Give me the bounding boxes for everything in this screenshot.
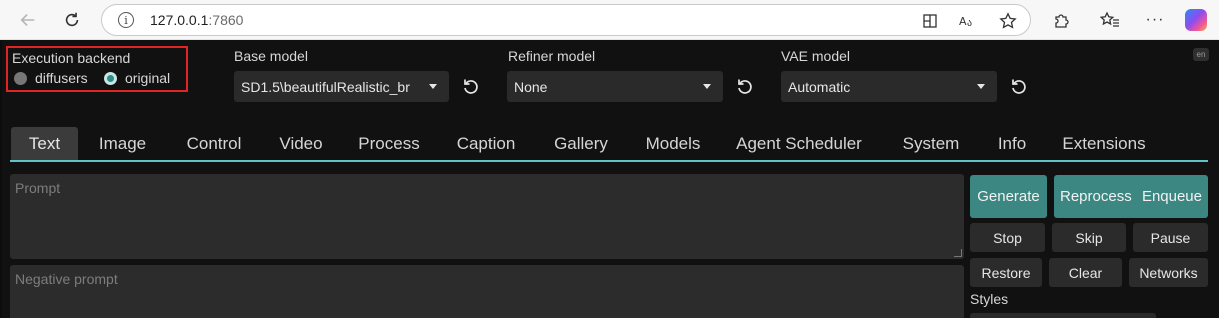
refresh-icon[interactable] bbox=[461, 77, 481, 97]
styles-dropdown[interactable] bbox=[970, 313, 1156, 318]
tab-models[interactable]: Models bbox=[636, 127, 710, 160]
reload-icon[interactable] bbox=[58, 6, 86, 34]
backend-option-label: diffusers bbox=[35, 70, 88, 86]
tab-text[interactable]: Text bbox=[11, 127, 78, 160]
extensions-icon[interactable] bbox=[1050, 8, 1074, 32]
resize-handle-icon[interactable] bbox=[954, 249, 962, 257]
base-model-value: SD1.5\beautifulRealistic_br bbox=[241, 79, 410, 95]
address-url: 127.0.0.1:7860 bbox=[150, 12, 244, 28]
copilot-icon[interactable] bbox=[1185, 9, 1207, 31]
tab-video[interactable]: Video bbox=[269, 127, 333, 160]
address-bar[interactable]: i 127.0.0.1:7860 Aა bbox=[101, 4, 1031, 36]
language-badge[interactable]: en bbox=[1193, 48, 1209, 61]
execution-backend-label: Execution backend bbox=[12, 50, 131, 66]
tab-extensions[interactable]: Extensions bbox=[1056, 127, 1152, 160]
site-info-icon[interactable]: i bbox=[118, 12, 134, 28]
pause-button[interactable]: Pause bbox=[1133, 223, 1208, 252]
restore-button[interactable]: Restore bbox=[970, 258, 1042, 287]
split-screen-icon[interactable] bbox=[920, 11, 940, 31]
vae-model-value: Automatic bbox=[788, 79, 851, 95]
svg-text:ა: ა bbox=[967, 18, 972, 29]
more-icon[interactable]: ··· bbox=[1143, 8, 1167, 32]
generate-button[interactable]: Generate bbox=[970, 175, 1047, 218]
favorites-icon[interactable] bbox=[1098, 8, 1122, 32]
backend-option-original[interactable]: original bbox=[104, 70, 170, 86]
enqueue-button[interactable]: Enqueue bbox=[1142, 188, 1202, 205]
radio-on-icon[interactable] bbox=[104, 71, 117, 85]
chevron-down-icon bbox=[429, 84, 437, 89]
reprocess-enqueue-group: Reprocess Enqueue bbox=[1054, 175, 1208, 218]
execution-backend-group: Execution backend diffusers original bbox=[6, 46, 188, 92]
tab-image[interactable]: Image bbox=[89, 127, 156, 160]
read-aloud-icon[interactable]: Aა bbox=[958, 11, 978, 31]
tab-process[interactable]: Process bbox=[351, 127, 427, 160]
negative-prompt-placeholder: Negative prompt bbox=[15, 271, 118, 287]
browser-toolbar: i 127.0.0.1:7860 Aა ··· bbox=[0, 0, 1219, 40]
refiner-model-dropdown[interactable]: None bbox=[507, 71, 723, 102]
refresh-icon[interactable] bbox=[735, 77, 755, 97]
vae-model-dropdown[interactable]: Automatic bbox=[781, 71, 997, 102]
refresh-icon[interactable] bbox=[1009, 77, 1029, 97]
main-tabs: Text Image Control Video Process Caption… bbox=[10, 127, 1208, 162]
chevron-down-icon bbox=[703, 84, 711, 89]
vae-model-label: VAE model bbox=[781, 48, 850, 64]
chevron-down-icon bbox=[977, 84, 985, 89]
prompt-placeholder: Prompt bbox=[15, 180, 61, 196]
skip-button[interactable]: Skip bbox=[1052, 223, 1126, 252]
base-model-label: Base model bbox=[234, 48, 308, 64]
stop-button[interactable]: Stop bbox=[970, 223, 1045, 252]
refiner-model-value: None bbox=[514, 79, 548, 95]
tab-agent-scheduler[interactable]: Agent Scheduler bbox=[728, 127, 870, 160]
refiner-model-label: Refiner model bbox=[508, 48, 596, 64]
backend-option-diffusers[interactable]: diffusers bbox=[14, 70, 88, 86]
tab-system[interactable]: System bbox=[893, 127, 969, 160]
prompt-input[interactable]: Prompt bbox=[10, 174, 964, 259]
negative-prompt-input[interactable]: Negative prompt bbox=[10, 265, 964, 318]
tab-control[interactable]: Control bbox=[175, 127, 253, 160]
back-arrow-icon[interactable] bbox=[14, 6, 42, 34]
reprocess-button[interactable]: Reprocess bbox=[1060, 188, 1132, 205]
tab-gallery[interactable]: Gallery bbox=[544, 127, 618, 160]
tab-caption[interactable]: Caption bbox=[447, 127, 525, 160]
favorite-star-icon[interactable] bbox=[998, 11, 1018, 31]
tab-info[interactable]: Info bbox=[987, 127, 1037, 160]
radio-off-icon[interactable] bbox=[14, 71, 27, 85]
svg-text:A: A bbox=[959, 15, 967, 28]
backend-option-label: original bbox=[125, 70, 171, 86]
styles-label: Styles bbox=[970, 291, 1009, 307]
base-model-dropdown[interactable]: SD1.5\beautifulRealistic_br bbox=[234, 71, 449, 102]
networks-button[interactable]: Networks bbox=[1129, 258, 1208, 287]
clear-button[interactable]: Clear bbox=[1049, 258, 1122, 287]
